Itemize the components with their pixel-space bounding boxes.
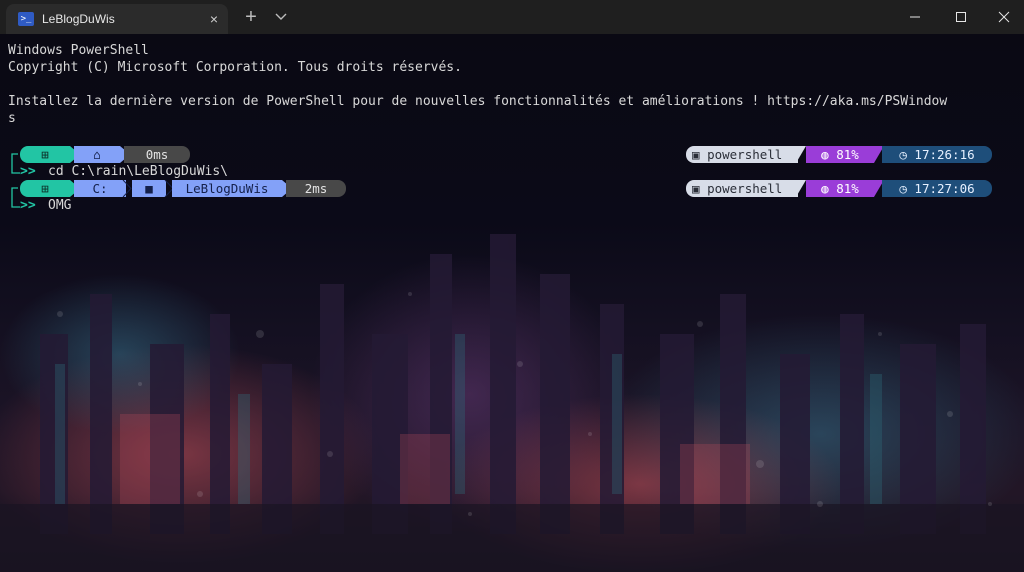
folder-segment: ■ — [132, 180, 166, 197]
title-bar: >_ LeBlogDuWis × + — [0, 0, 1024, 34]
clock-icon: ◷ — [899, 147, 915, 162]
maximize-button[interactable] — [938, 0, 984, 34]
new-tab-button[interactable]: + — [240, 7, 262, 27]
execution-time-segment: 2ms — [286, 180, 346, 197]
minimize-icon — [910, 16, 920, 18]
terminal-output[interactable]: Windows PowerShell Copyright (C) Microso… — [8, 34, 1018, 564]
drive-segment: C: — [74, 180, 126, 197]
powershell-icon: >_ — [18, 12, 34, 26]
tab-title: LeBlogDuWis — [42, 12, 115, 26]
clock-time: 17:27:06 — [914, 181, 975, 196]
tab-close-button[interactable]: × — [206, 11, 222, 27]
os-segment: ⊞ — [20, 180, 70, 197]
battery-icon: ◍ — [821, 147, 837, 162]
shell-icon: ▣ — [692, 147, 708, 162]
command-text: OMG — [48, 198, 72, 213]
shell-segment: ▣ powershell — [686, 146, 798, 163]
tab-dropdown-button[interactable] — [272, 9, 290, 25]
prompt-chevron: >> — [20, 198, 36, 213]
clock-segment: ◷ 17:27:06 — [882, 180, 992, 197]
prompt-chevron: >> — [20, 164, 36, 179]
shell-segment: ▣ powershell — [686, 180, 798, 197]
close-window-button[interactable] — [984, 0, 1024, 34]
banner-line: Windows PowerShell — [8, 43, 149, 58]
battery-icon: ◍ — [821, 181, 837, 196]
battery-segment: ◍ 81% — [806, 146, 874, 163]
chevron-down-icon — [275, 13, 287, 20]
path-segment: LeBlogDuWis — [172, 180, 282, 197]
clock-segment: ◷ 17:26:16 — [882, 146, 992, 163]
banner-line: Installez la dernière version de PowerSh… — [8, 94, 948, 109]
execution-time-segment: 0ms — [124, 146, 190, 163]
banner-line: Copyright (C) Microsoft Corporation. Tou… — [8, 60, 462, 75]
tab-leblogduwis[interactable]: >_ LeBlogDuWis × — [6, 4, 228, 34]
banner-line: s — [8, 111, 16, 126]
clock-time: 17:26:16 — [914, 147, 975, 162]
battery-level: 81% — [836, 181, 859, 196]
os-segment: ⊞ — [20, 146, 70, 163]
shell-icon: ▣ — [692, 181, 708, 196]
close-icon — [998, 11, 1010, 23]
minimize-button[interactable] — [892, 0, 938, 34]
clock-icon: ◷ — [899, 181, 915, 196]
terminal-window: >_ LeBlogDuWis × + Windows PowerShell Co… — [0, 0, 1024, 572]
shell-name: powershell — [707, 147, 783, 162]
command-text: cd C:\rain\LeBlogDuWis\ — [48, 164, 229, 179]
home-segment: ⌂ — [74, 146, 120, 163]
shell-name: powershell — [707, 181, 783, 196]
battery-level: 81% — [836, 147, 859, 162]
maximize-icon — [956, 12, 966, 22]
battery-segment: ◍ 81% — [806, 180, 874, 197]
